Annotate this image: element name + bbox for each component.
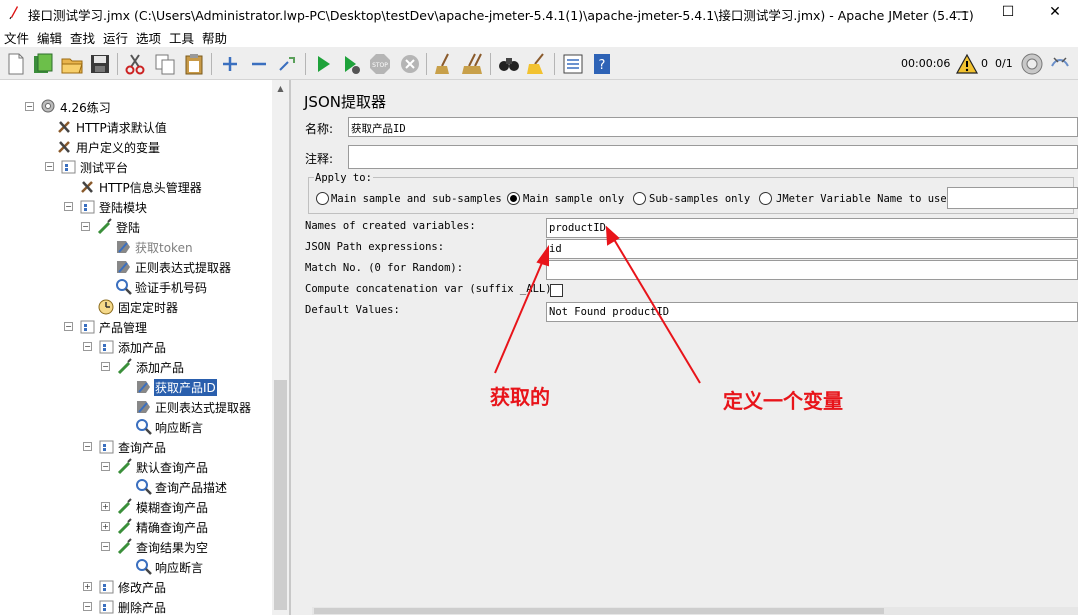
annotation-left: 获取的 xyxy=(490,385,550,409)
annotation-arrows xyxy=(494,225,701,384)
arrow-to-variable-name xyxy=(611,235,701,384)
arrow-to-json-path xyxy=(494,257,545,374)
annotation-right: 定义一个变量 xyxy=(723,389,843,413)
arrow-head-json-path xyxy=(536,244,549,267)
